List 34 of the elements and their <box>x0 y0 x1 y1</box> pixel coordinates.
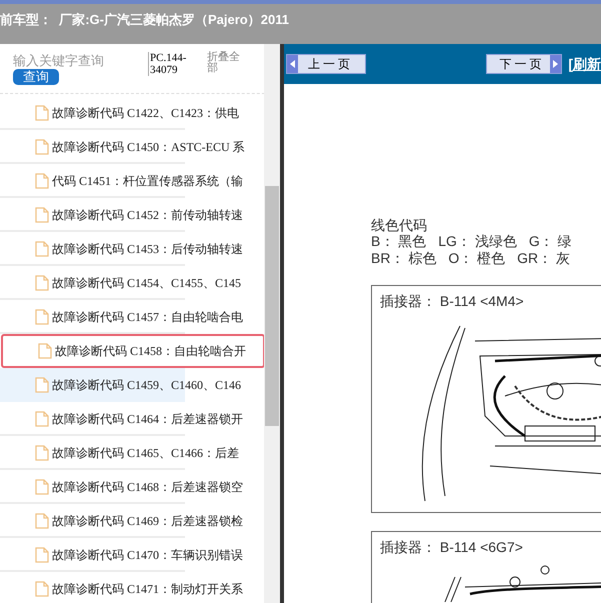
wire-color-code: G： 绿 <box>528 233 572 250</box>
document-icon <box>35 309 49 325</box>
document-icon <box>35 513 49 529</box>
previous-page-button[interactable]: 上一页 <box>286 54 366 74</box>
document-icon <box>35 207 49 223</box>
document-icon <box>35 445 49 461</box>
document-icon <box>38 343 52 359</box>
document-icon <box>35 241 49 257</box>
document-icon <box>35 377 49 393</box>
wire-color-code: B： 黑色 <box>371 233 426 250</box>
document-icon <box>35 479 49 495</box>
connector-label: 插接器： B-114 <4M4> <box>380 293 524 309</box>
document-icon <box>35 139 49 155</box>
catalog-code: PC.144-34079 <box>148 52 204 76</box>
scrollbar[interactable] <box>264 44 280 603</box>
connector-label: 插接器： B-114 <6G7> <box>380 539 523 555</box>
document-icon <box>35 275 49 291</box>
document-icon <box>35 105 49 121</box>
refresh-link[interactable]: [刷新 <box>568 54 601 74</box>
document-heading: 线色代码 <box>371 217 428 233</box>
tree-item[interactable]: 故障诊断代码 C1458：自由轮啮合开 <box>1 334 265 368</box>
collapse-all-button[interactable]: 折叠全部 <box>207 52 241 74</box>
search-button[interactable]: 查询 <box>13 69 59 85</box>
wire-color-code: BR： 棕色 <box>371 250 436 267</box>
document-icon <box>35 547 49 563</box>
vehicle-title: 前车型： 厂家:G-广汽三菱帕杰罗（Pajero）2011 <box>0 11 289 29</box>
wire-color-code: LG： 浅绿色 <box>438 233 517 250</box>
document-icon <box>35 411 49 427</box>
wire-color-code: O： 橙色 <box>448 250 506 267</box>
document-icon <box>35 581 49 597</box>
wire-color-code: GR： 灰 <box>517 250 570 267</box>
document-icon <box>35 173 49 189</box>
scrollbar-thumb[interactable] <box>265 186 279 426</box>
next-page-button[interactable]: 下一页 <box>486 54 562 74</box>
